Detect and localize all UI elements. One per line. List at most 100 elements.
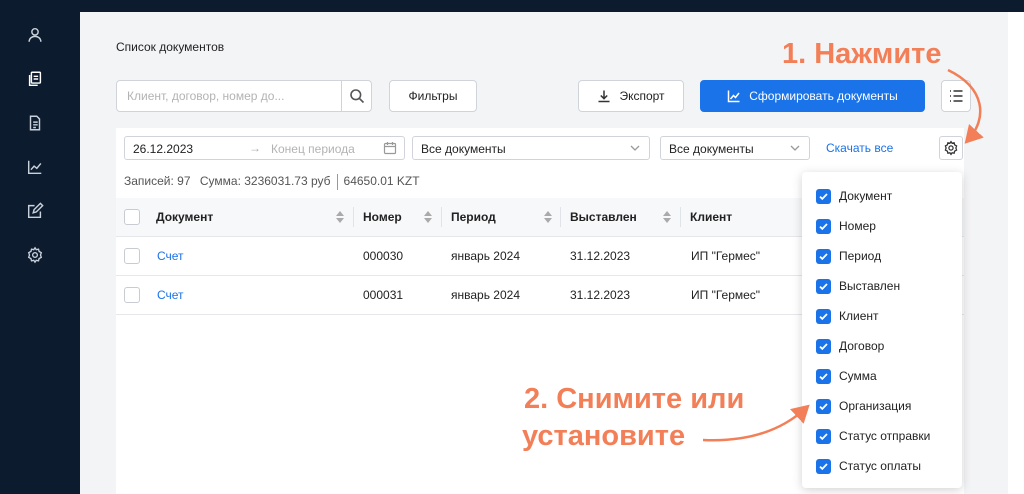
doc-type-select[interactable]: Все документы [412,136,650,160]
column-toggle-label: Статус оплаты [839,459,921,473]
column-toggle-label: Статус отправки [839,429,931,443]
column-toggle[interactable]: Выставлен [816,276,900,296]
annotation-step2-line2: установите [522,420,686,452]
generate-label: Сформировать документы [749,89,898,103]
scroll-area [1008,12,1024,494]
export-label: Экспорт [619,89,665,103]
gear-icon [944,140,958,156]
header-document[interactable]: Документ [156,210,213,224]
column-toggle[interactable]: Статус отправки [816,426,930,446]
document-link[interactable]: Счет [157,288,184,302]
cell-period: январь 2024 [451,249,520,263]
cell-issued: 31.12.2023 [570,288,631,302]
column-divider[interactable] [441,207,442,227]
filters-button[interactable]: Фильтры [389,80,477,112]
column-toggle-label: Сумма [839,369,877,383]
column-toggle[interactable]: Клиент [816,306,879,326]
cell-client: ИП "Гермес" [691,288,761,302]
column-toggle[interactable]: Документ [816,186,892,206]
checkbox-checked-icon[interactable] [816,458,831,474]
column-divider[interactable] [560,207,561,227]
chart-line-icon [727,90,740,103]
edit-icon[interactable] [25,201,45,221]
checkbox-checked-icon[interactable] [816,308,831,324]
column-toggle[interactable]: Сумма [816,366,877,386]
list-icon [950,90,963,102]
column-toggle-label: Номер [839,219,876,233]
doc-status-select[interactable]: Все документы [660,136,810,160]
column-toggle[interactable]: Организация [816,396,911,416]
column-toggle[interactable]: Статус оплаты [816,456,921,476]
annotation-step1: 1. Нажмите [782,38,942,70]
sort-icon[interactable] [335,209,345,228]
row-checkbox[interactable] [124,248,140,264]
cell-client: ИП "Гермес" [691,249,761,263]
sort-icon[interactable] [423,209,433,228]
arrow-right-icon: → [249,141,261,155]
page-title: Список документов [116,40,225,54]
search-input[interactable] [117,81,341,111]
chevron-down-icon [789,142,801,157]
checkbox-checked-icon[interactable] [816,218,831,234]
date-range-picker[interactable]: 26.12.2023 → Конец периода [124,136,405,160]
chart-icon[interactable] [25,157,45,177]
records-count: Записей: 97 [124,174,191,189]
search-button[interactable] [341,81,372,111]
date-start[interactable]: 26.12.2023 [133,142,193,156]
filters-label: Фильтры [408,89,458,103]
download-icon [598,90,610,103]
header-period[interactable]: Период [451,210,496,224]
documents-icon[interactable] [25,69,45,89]
summary-bar: Записей: 97 Сумма: 3236031.73 руб 64650.0… [124,174,420,190]
cell-period: январь 2024 [451,288,520,302]
checkbox-checked-icon[interactable] [816,368,831,384]
sort-icon[interactable] [662,209,672,228]
sort-icon[interactable] [543,209,553,228]
checkbox-checked-icon[interactable] [816,338,831,354]
search-icon [350,89,365,104]
divider [336,174,338,190]
cell-issued: 31.12.2023 [570,249,631,263]
doc-status-value: Все документы [669,142,754,156]
column-toggle-label: Выставлен [839,279,901,293]
download-all-link[interactable]: Скачать все [826,141,893,155]
calendar-icon[interactable] [383,141,397,158]
sum-kzt: 64650.01 KZT [343,174,420,189]
header-number[interactable]: Номер [363,210,402,224]
sidebar [0,0,80,494]
column-toggle[interactable]: Номер [816,216,876,236]
document-list-icon[interactable] [25,113,45,133]
checkbox-checked-icon[interactable] [816,428,831,444]
doc-type-value: Все документы [421,142,506,156]
column-toggle[interactable]: Период [816,246,881,266]
header-issued[interactable]: Выставлен [570,210,637,224]
column-settings-button[interactable] [939,136,963,160]
checkbox-checked-icon[interactable] [816,278,831,294]
cell-number: 000031 [363,288,404,302]
sum-rub: Сумма: 3236031.73 руб [199,174,331,189]
document-link[interactable]: Счет [157,249,184,263]
cell-number: 000030 [363,249,404,263]
chevron-down-icon [629,142,641,157]
row-checkbox[interactable] [124,287,140,303]
column-toggle-label: Клиент [839,309,879,323]
column-toggle-label: Период [839,249,882,263]
date-end[interactable]: Конец периода [271,142,355,156]
column-settings-popup: Документ Номер Период Выставлен Клиент Д… [802,172,962,488]
column-toggle-label: Документ [839,189,893,203]
column-divider[interactable] [353,207,354,227]
user-icon[interactable] [25,25,45,45]
column-toggle-label: Договор [839,339,885,353]
column-toggle[interactable]: Договор [816,336,884,356]
column-divider[interactable] [680,207,681,227]
checkbox-checked-icon[interactable] [816,248,831,264]
header-client[interactable]: Клиент [690,210,732,224]
select-all-checkbox[interactable] [124,209,140,225]
export-button[interactable]: Экспорт [578,80,684,112]
list-view-button[interactable] [941,80,971,112]
checkbox-checked-icon[interactable] [816,398,831,414]
column-toggle-label: Организация [839,399,912,413]
settings-icon[interactable] [25,245,45,265]
generate-documents-button[interactable]: Сформировать документы [700,80,925,112]
checkbox-checked-icon[interactable] [816,188,831,204]
